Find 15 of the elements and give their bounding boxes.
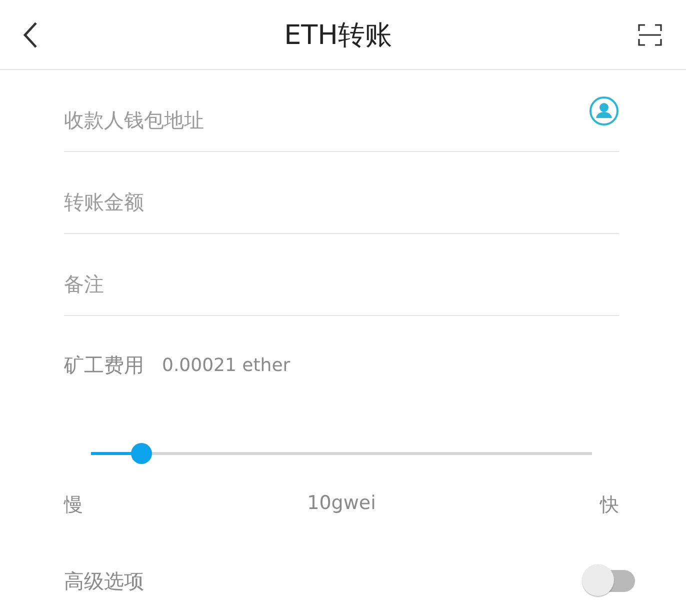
back-icon[interactable] [22, 20, 38, 48]
slider-thumb[interactable] [131, 442, 152, 464]
scan-icon[interactable] [638, 24, 662, 46]
fee-value: 0.00021 ether [162, 355, 290, 376]
input-field[interactable]: 备注 [64, 254, 619, 314]
gas-slider[interactable] [91, 441, 592, 465]
input-field[interactable]: 转账金额 [64, 172, 619, 232]
fast-label: 快 [600, 493, 619, 518]
input-field[interactable]: 收款人钱包地址 [64, 90, 589, 150]
gas-price: 10gwei [307, 492, 376, 516]
slow-label: 慢 [64, 493, 83, 518]
advanced-label: 高级选项 [64, 568, 144, 594]
contact-icon[interactable] [589, 96, 619, 126]
fee-label: 矿工费用 [64, 352, 144, 379]
page-title: ETH转账 [284, 18, 392, 52]
